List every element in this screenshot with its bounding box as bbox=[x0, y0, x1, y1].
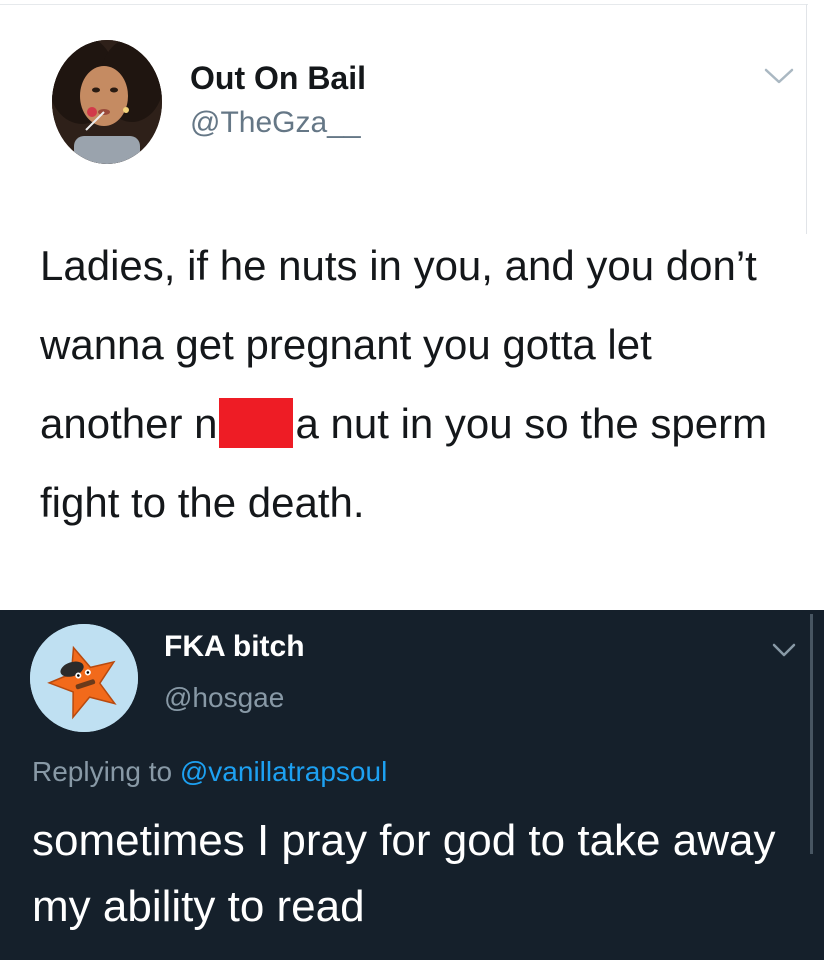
mention-link[interactable]: @vanillatrapsoul bbox=[180, 756, 387, 787]
author-name[interactable]: FKA bitch bbox=[164, 630, 305, 664]
avatar-photo bbox=[52, 40, 162, 164]
avatar[interactable] bbox=[30, 624, 138, 732]
avatar-cartoon bbox=[30, 624, 138, 732]
avatar[interactable] bbox=[52, 40, 162, 164]
reply-tweet: FKA bitch @hosgae Replying to @vanillatr… bbox=[0, 610, 824, 960]
scrollbar-edge bbox=[810, 614, 813, 854]
replying-prefix: Replying to bbox=[32, 756, 173, 787]
redaction-box bbox=[219, 398, 294, 448]
chevron-down-icon[interactable] bbox=[762, 64, 796, 88]
chevron-down-icon[interactable] bbox=[770, 640, 798, 660]
author-name[interactable]: Out On Bail bbox=[190, 60, 366, 97]
replying-to-line: Replying to @vanillatrapsoul bbox=[32, 756, 387, 788]
divider bbox=[0, 4, 808, 5]
scrollbar-edge bbox=[806, 4, 807, 234]
author-handle[interactable]: @TheGza__ bbox=[190, 106, 361, 140]
tweet-text: sometimes I pray for god to take away my… bbox=[32, 816, 776, 931]
screenshot-collage: Out On Bail @TheGza__ Ladies, if he nuts… bbox=[0, 0, 824, 960]
tweet-text: Ladies, if he nuts in you, and you don’t… bbox=[40, 226, 800, 542]
author-handle[interactable]: @hosgae bbox=[164, 682, 284, 714]
original-tweet: Out On Bail @TheGza__ Ladies, if he nuts… bbox=[0, 0, 824, 610]
